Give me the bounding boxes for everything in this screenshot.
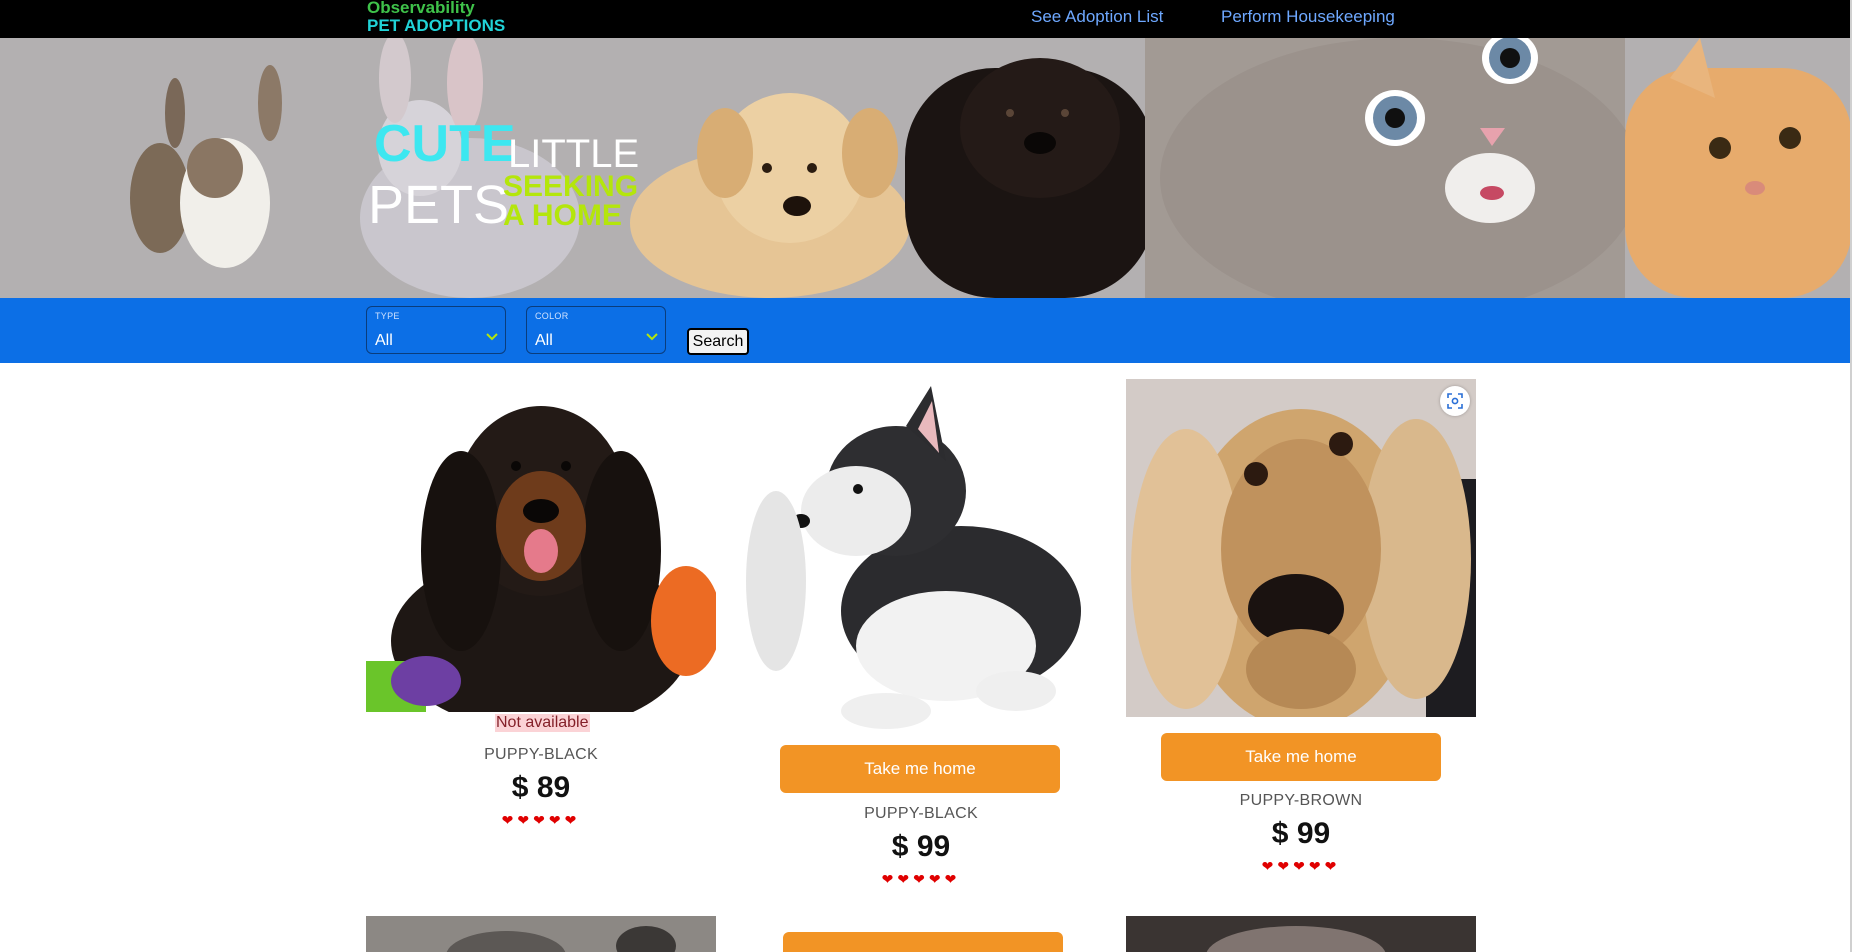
pet-image-dachshund[interactable] — [366, 381, 716, 712]
type-select-label: TYPE — [375, 311, 400, 321]
pet-price: $ 99 — [891, 830, 951, 863]
type-select-value: All — [375, 332, 393, 349]
rating-hearts: ❤❤❤❤❤ — [881, 871, 961, 887]
take-me-home-button[interactable]: Take me home — [780, 745, 1060, 793]
perform-housekeeping-link[interactable]: Perform Housekeeping — [1221, 7, 1395, 27]
pet-breed-label: PUPPY-BLACK — [484, 746, 598, 763]
hero-word-seeking: SEEKING — [503, 170, 639, 203]
visual-search-icon[interactable] — [1440, 386, 1470, 416]
take-me-home-button[interactable] — [783, 932, 1063, 952]
color-select[interactable]: COLOR All — [526, 306, 666, 354]
color-select-label: COLOR — [535, 311, 569, 321]
pet-price: $ 99 — [1271, 817, 1331, 850]
pet-image-next-3[interactable] — [1126, 916, 1476, 952]
color-select-value: All — [535, 332, 553, 349]
rating-hearts: ❤❤❤❤❤ — [1261, 858, 1341, 874]
hero-word-pets: PETS — [368, 175, 510, 235]
type-select[interactable]: TYPE All — [366, 306, 506, 354]
see-adoption-list-link[interactable]: See Adoption List — [1031, 7, 1163, 27]
pet-image-cocker-spaniel[interactable] — [1126, 379, 1476, 717]
page: Observability PET ADOPTIONS See Adoption… — [0, 0, 1852, 952]
pet-breed-label: PUPPY-BLACK — [864, 805, 978, 822]
brand-pet-adoptions[interactable]: PET ADOPTIONS — [367, 16, 505, 36]
hero-word-cute: CUTE — [374, 115, 516, 173]
hero-pets-image — [130, 38, 1852, 298]
take-me-home-button[interactable]: Take me home — [1161, 733, 1441, 781]
chevron-down-icon — [486, 333, 498, 341]
pet-price: $ 89 — [511, 771, 571, 804]
filter-bar: TYPE All COLOR All Search — [0, 298, 1852, 363]
hero-word-a-home: A HOME — [503, 199, 622, 232]
pet-image-husky[interactable] — [746, 381, 1096, 731]
chevron-down-icon — [646, 333, 658, 341]
pet-image-next-1[interactable] — [366, 916, 716, 952]
rating-hearts: ❤❤❤❤❤ — [501, 812, 581, 828]
hero-banner: CUTE LITTLE PETS SEEKING A HOME — [0, 38, 1852, 298]
search-button[interactable]: Search — [687, 328, 749, 355]
hero-word-little: LITTLE — [508, 132, 640, 176]
top-navbar: Observability PET ADOPTIONS See Adoption… — [0, 0, 1852, 38]
pet-breed-label: PUPPY-BROWN — [1239, 792, 1363, 809]
not-available-badge: Not available — [495, 714, 590, 732]
